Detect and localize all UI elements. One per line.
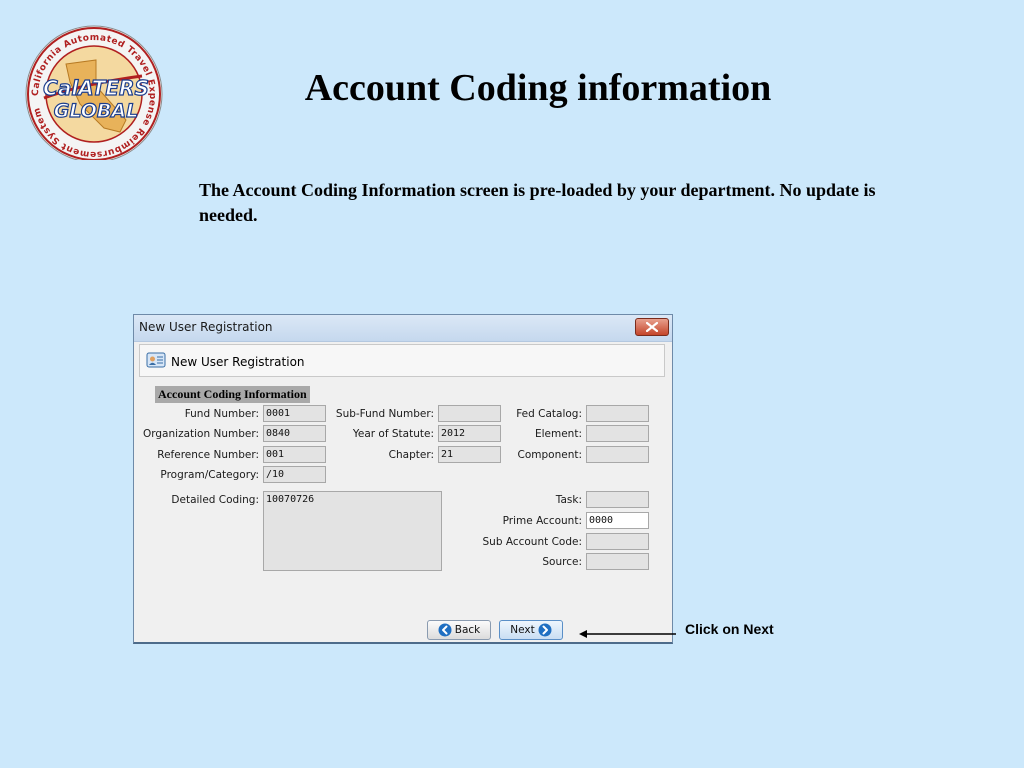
element-field[interactable]: [586, 425, 649, 442]
callout-arrow-icon: [579, 630, 676, 638]
back-button[interactable]: Back: [427, 620, 491, 640]
window-titlebar[interactable]: New User Registration: [134, 315, 672, 342]
chapter-label: Chapter:: [388, 449, 434, 461]
section-account-coding: Account Coding Information: [155, 386, 310, 403]
wizard-header-title: New User Registration: [171, 355, 305, 369]
next-button-label: Next: [510, 624, 535, 636]
next-button[interactable]: Next: [499, 620, 563, 640]
slide-title: Account Coding information: [304, 67, 772, 109]
sub-account-code-field[interactable]: [586, 533, 649, 550]
element-label: Element:: [534, 428, 582, 440]
component-label: Component:: [517, 449, 583, 461]
year-of-statute-field[interactable]: 2012: [438, 425, 501, 442]
window-title: New User Registration: [139, 320, 273, 334]
reference-number-label: Reference Number:: [157, 449, 259, 461]
task-label: Task:: [555, 494, 582, 506]
user-card-icon: [146, 352, 166, 368]
prime-account-label: Prime Account:: [502, 515, 582, 527]
fund-number-label: Fund Number:: [184, 408, 259, 420]
component-field[interactable]: [586, 446, 649, 463]
program-category-field[interactable]: /10: [263, 466, 326, 483]
prime-account-field[interactable]: 0000: [586, 512, 649, 529]
source-label: Source:: [542, 556, 582, 568]
arrow-right-circle-icon: [538, 623, 552, 637]
slide-instructions: The Account Coding Information screen is…: [199, 180, 876, 225]
organization-number-label: Organization Number:: [143, 428, 259, 440]
year-of-statute-label: Year of Statute:: [352, 428, 434, 440]
callout-click-next: Click on Next: [685, 621, 774, 637]
chapter-field[interactable]: 21: [438, 446, 501, 463]
sub-fund-number-field[interactable]: [438, 405, 501, 422]
sub-fund-number-label: Sub-Fund Number:: [335, 408, 434, 420]
arrow-left-circle-icon: [438, 623, 452, 637]
logo-line2: GLOBAL: [54, 100, 138, 122]
fed-catalog-label: Fed Catalog:: [516, 408, 582, 420]
new-user-registration-window: New User Registration New User Registrat…: [133, 314, 673, 644]
sub-account-code-label: Sub Account Code:: [482, 536, 582, 548]
task-field[interactable]: [586, 491, 649, 508]
close-icon: [646, 322, 658, 332]
program-category-label: Program/Category:: [160, 469, 259, 481]
source-field[interactable]: [586, 553, 649, 570]
wizard-header: New User Registration: [139, 344, 665, 377]
fed-catalog-field[interactable]: [586, 405, 649, 422]
reference-number-field[interactable]: 001: [263, 446, 326, 463]
window-close-button[interactable]: [635, 318, 669, 336]
fund-number-field[interactable]: 0001: [263, 405, 326, 422]
calaters-global-logo: California Automated Travel Expense Reim…: [25, 25, 163, 160]
back-button-label: Back: [454, 624, 481, 636]
organization-number-field[interactable]: 0840: [263, 425, 326, 442]
detailed-coding-textarea[interactable]: 10070726: [263, 491, 442, 571]
detailed-coding-label: Detailed Coding:: [171, 494, 259, 506]
logo-line1: CalATERS: [43, 76, 149, 100]
